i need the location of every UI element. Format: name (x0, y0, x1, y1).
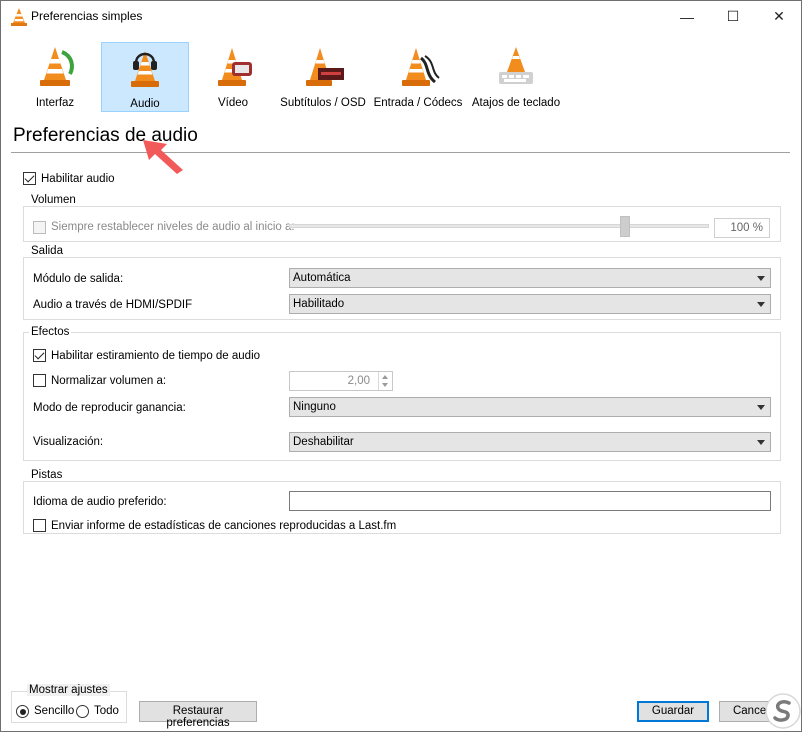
spin-up-icon[interactable] (382, 375, 388, 379)
output-module-label: Módulo de salida: (33, 273, 124, 285)
dropdown-value: Deshabilitar (293, 436, 354, 448)
visualization-label: Visualización: (33, 436, 104, 448)
output-module-dropdown[interactable]: Automática (289, 268, 771, 288)
category-interfaz[interactable]: Interfaz (21, 42, 89, 112)
reset-preferences-button[interactable]: Restaurar preferencias (139, 701, 257, 729)
audio-language-label: Idioma de audio preferido: (33, 496, 167, 508)
category-label: Vídeo (217, 97, 249, 109)
volume-reset-label: Siempre restablecer niveles de audio al … (51, 221, 295, 233)
all-radio[interactable] (76, 705, 89, 718)
video-cone-icon (218, 48, 252, 86)
category-audio[interactable]: Audio (101, 42, 189, 112)
enable-audio-checkbox[interactable] (23, 172, 36, 185)
input-codecs-cone-icon (402, 48, 440, 86)
spin-down-icon[interactable] (382, 383, 388, 387)
hdmi-label: Audio a través de HDMI/SPDIF (33, 299, 193, 311)
visualization-dropdown[interactable]: Deshabilitar (289, 432, 771, 452)
chevron-down-icon (757, 276, 765, 281)
maximize-button[interactable]: ☐ (710, 1, 756, 32)
preferences-window: Preferencias simples — ☐ ✕ Interfaz Audi… (0, 0, 802, 732)
enable-audio-label: Habilitar audio (41, 173, 115, 185)
simple-radio[interactable] (16, 705, 29, 718)
category-label: Interfaz (35, 97, 75, 109)
window-title: Preferencias simples (31, 9, 143, 23)
chevron-down-icon (757, 302, 765, 307)
annotation-arrow-icon (143, 140, 183, 174)
category-label: Entrada / Códecs (373, 97, 463, 109)
volume-group-title: Volumen (29, 194, 78, 206)
lastfm-label: Enviar informe de estadísticas de cancio… (51, 520, 397, 532)
save-button[interactable]: Guardar (637, 701, 709, 722)
category-label: Atajos de teclado (471, 97, 561, 109)
effects-group-title: Efectos (29, 326, 72, 338)
simple-radio-label: Sencillo (34, 705, 75, 717)
tracks-group-title: Pistas (29, 469, 65, 481)
title-divider (11, 152, 790, 153)
output-group-title: Salida (29, 245, 65, 257)
preferences-content: Preferencias de audio Habilitar audio Vo… (1, 116, 801, 731)
watermark-logo-icon (765, 693, 801, 729)
normalize-label: Normalizar volumen a: (51, 375, 167, 387)
category-subtitulos[interactable]: Subtítulos / OSD (277, 42, 369, 112)
category-video[interactable]: Vídeo (201, 42, 265, 112)
close-button[interactable]: ✕ (756, 1, 802, 32)
lastfm-checkbox[interactable] (33, 519, 46, 532)
audio-language-input[interactable] (289, 491, 771, 511)
category-toolbar: Interfaz Audio Vídeo Subtítulos / OSD En… (1, 32, 801, 116)
chevron-down-icon (757, 405, 765, 410)
chevron-down-icon (757, 440, 765, 445)
replay-gain-dropdown[interactable]: Ninguno (289, 397, 771, 417)
category-label: Audio (130, 98, 160, 110)
normalize-spinbox[interactable]: 2,00 (289, 371, 393, 391)
stretch-checkbox[interactable] (33, 349, 46, 362)
volume-slider-track[interactable] (289, 224, 709, 228)
spinbox-buttons[interactable] (378, 372, 392, 390)
hdmi-dropdown[interactable]: Habilitado (289, 294, 771, 314)
all-radio-label: Todo (94, 705, 119, 717)
title-bar: Preferencias simples — ☐ ✕ (1, 1, 801, 32)
dropdown-value: Habilitado (293, 298, 345, 310)
category-entrada[interactable]: Entrada / Códecs (373, 42, 463, 112)
minimize-button[interactable]: — (664, 1, 710, 32)
interface-cone-icon (40, 47, 74, 86)
volume-slider-thumb[interactable] (620, 216, 630, 237)
volume-value-field[interactable]: 100 % (714, 218, 770, 238)
hotkeys-cone-icon (499, 47, 533, 84)
normalize-checkbox[interactable] (33, 374, 46, 387)
stretch-label: Habilitar estiramiento de tiempo de audi… (51, 350, 261, 362)
audio-cone-headphones-icon (131, 51, 159, 87)
category-atajos[interactable]: Atajos de teclado (471, 42, 561, 112)
show-settings-title: Mostrar ajustes (27, 684, 110, 696)
category-label: Subtítulos / OSD (280, 97, 366, 109)
dropdown-value: Ninguno (293, 401, 336, 413)
volume-reset-checkbox[interactable] (33, 221, 46, 234)
spinbox-value: 2,00 (347, 375, 370, 387)
replay-gain-label: Modo de reproducir ganancia: (33, 402, 186, 414)
dropdown-value: Automática (293, 272, 351, 284)
vlc-cone-icon (11, 8, 27, 26)
subtitles-cone-icon (306, 48, 344, 86)
